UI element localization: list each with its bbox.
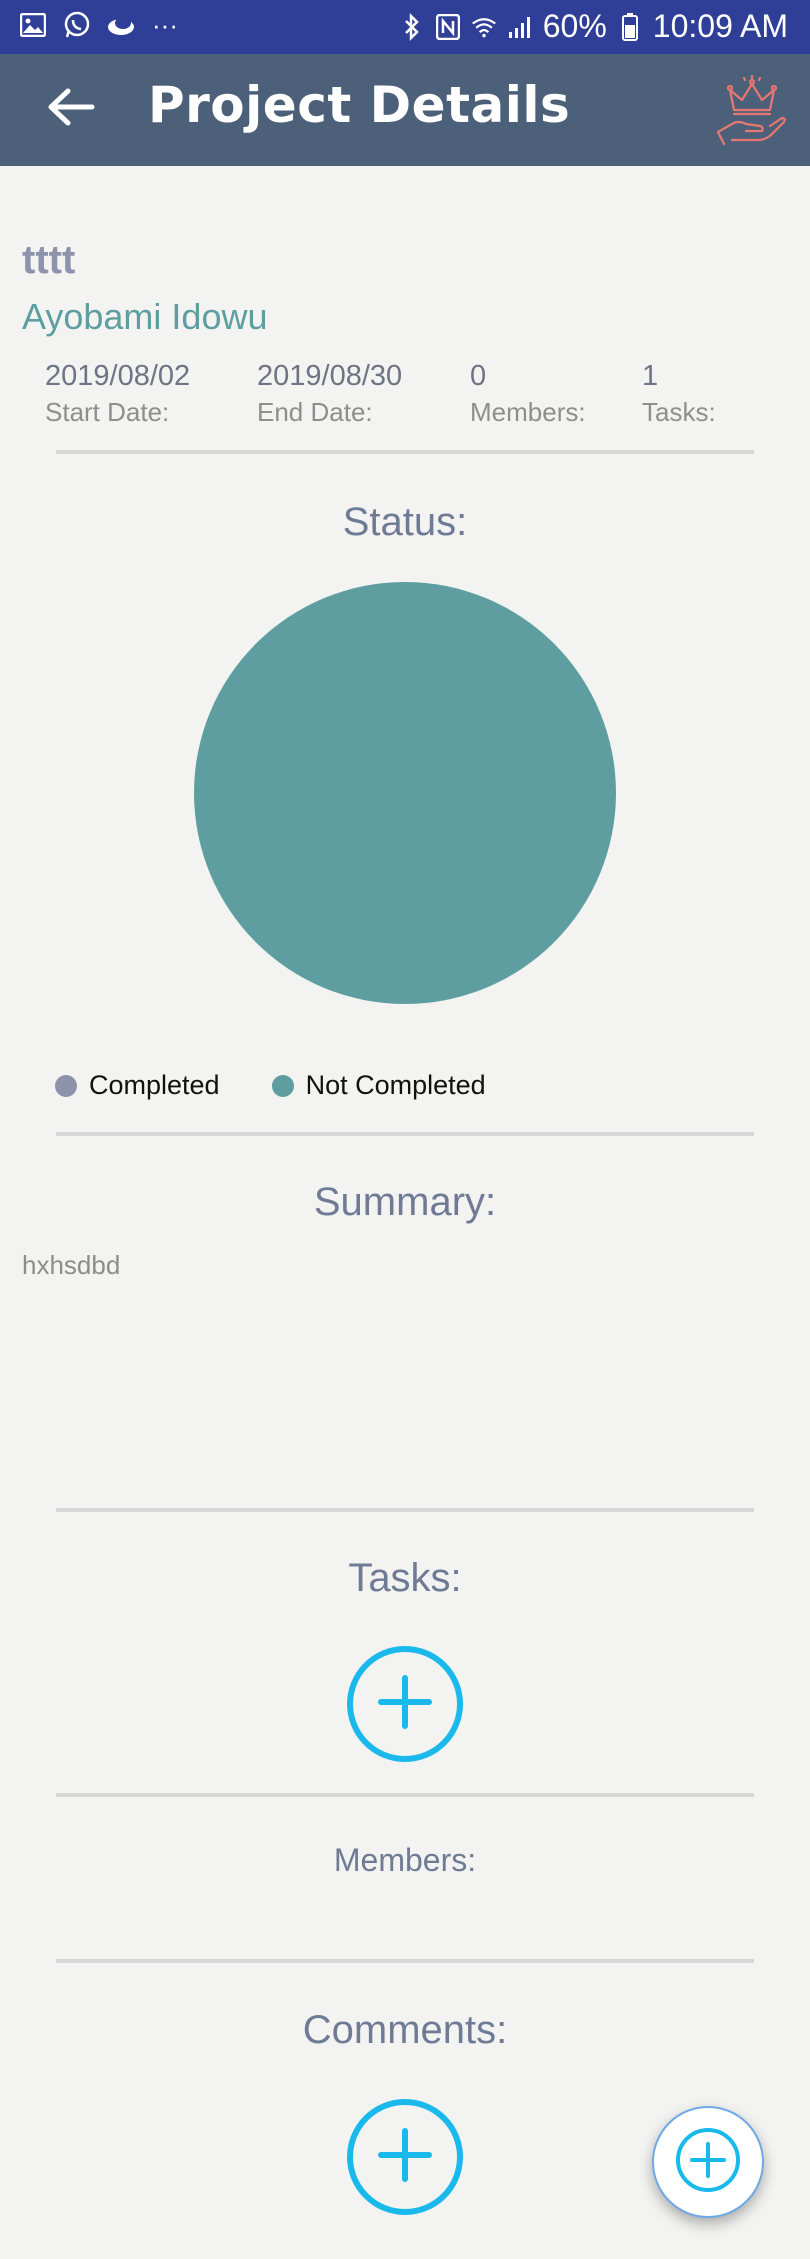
battery-percent: 60% xyxy=(542,8,607,44)
divider xyxy=(56,1508,754,1512)
legend-item-completed: Completed xyxy=(55,1070,220,1101)
clock: 10:09 AM xyxy=(652,8,788,44)
summary-title: Summary: xyxy=(313,1180,497,1224)
meta-label: Start Date: xyxy=(45,397,170,427)
cloud-icon xyxy=(106,10,136,40)
status-bar-system: 60% 10:09 AM xyxy=(399,8,788,45)
plus-icon xyxy=(375,2125,435,2190)
status-pie-chart xyxy=(194,582,616,1004)
members-title: Members: xyxy=(333,1842,477,1878)
gallery-icon xyxy=(18,10,48,40)
crown-hand-icon[interactable] xyxy=(714,74,790,146)
status-title: Status: xyxy=(342,500,468,544)
legend-dot-not-completed xyxy=(271,1074,294,1097)
project-meta: 2019/08/02 Start Date: 2019/08/30 End Da… xyxy=(45,360,765,440)
plus-circle-icon xyxy=(674,2126,742,2199)
signal-icon xyxy=(507,11,533,43)
divider xyxy=(56,1132,754,1136)
wifi-icon xyxy=(471,11,497,43)
meta-start-date: 2019/08/02 Start Date: xyxy=(45,360,190,428)
divider xyxy=(56,1793,754,1797)
floating-add-button[interactable] xyxy=(652,2106,764,2218)
project-name: tttt xyxy=(22,238,76,282)
meta-label: End Date: xyxy=(257,397,373,427)
legend-label-not-completed: Not Completed xyxy=(305,1070,486,1100)
page-title: Project Details xyxy=(148,76,571,134)
meta-value: 2019/08/30 xyxy=(257,360,403,392)
status-bar: ··· 60% 10:09 AM xyxy=(0,0,810,54)
more-icon: ··· xyxy=(152,9,178,40)
add-task-button[interactable] xyxy=(347,1646,463,1762)
whatsapp-icon xyxy=(62,10,92,40)
legend-dot-completed xyxy=(55,1074,77,1097)
arrow-left-icon xyxy=(46,87,96,132)
meta-label: Members: xyxy=(470,397,586,427)
pie-slice-not-completed xyxy=(194,582,616,1004)
battery-icon xyxy=(617,11,643,43)
legend-label-completed: Completed xyxy=(89,1070,220,1100)
meta-label: Tasks: xyxy=(642,397,716,427)
meta-members: 0 Members: xyxy=(470,360,586,428)
app-bar: Project Details xyxy=(0,54,810,166)
chart-legend: Completed Not Completed xyxy=(55,1070,538,1101)
meta-value: 1 xyxy=(642,360,659,392)
status-bar-notifications: ··· xyxy=(18,10,180,40)
divider xyxy=(56,1959,754,1963)
plus-icon xyxy=(375,1672,435,1737)
summary-text: hxhsdbd xyxy=(22,1250,121,1280)
meta-value: 2019/08/02 xyxy=(45,360,191,392)
legend-item-not-completed: Not Completed xyxy=(271,1070,486,1101)
project-owner: Ayobami Idowu xyxy=(22,296,268,337)
back-button[interactable] xyxy=(38,76,104,142)
tasks-title: Tasks: xyxy=(348,1556,462,1600)
meta-tasks: 1 Tasks: xyxy=(642,360,716,428)
add-comment-button[interactable] xyxy=(347,2099,463,2215)
meta-end-date: 2019/08/30 End Date: xyxy=(257,360,402,428)
nfc-icon xyxy=(435,11,461,43)
divider xyxy=(56,450,754,454)
comments-title: Comments: xyxy=(302,2008,508,2052)
bluetooth-icon xyxy=(399,11,425,43)
meta-value: 0 xyxy=(470,360,487,392)
